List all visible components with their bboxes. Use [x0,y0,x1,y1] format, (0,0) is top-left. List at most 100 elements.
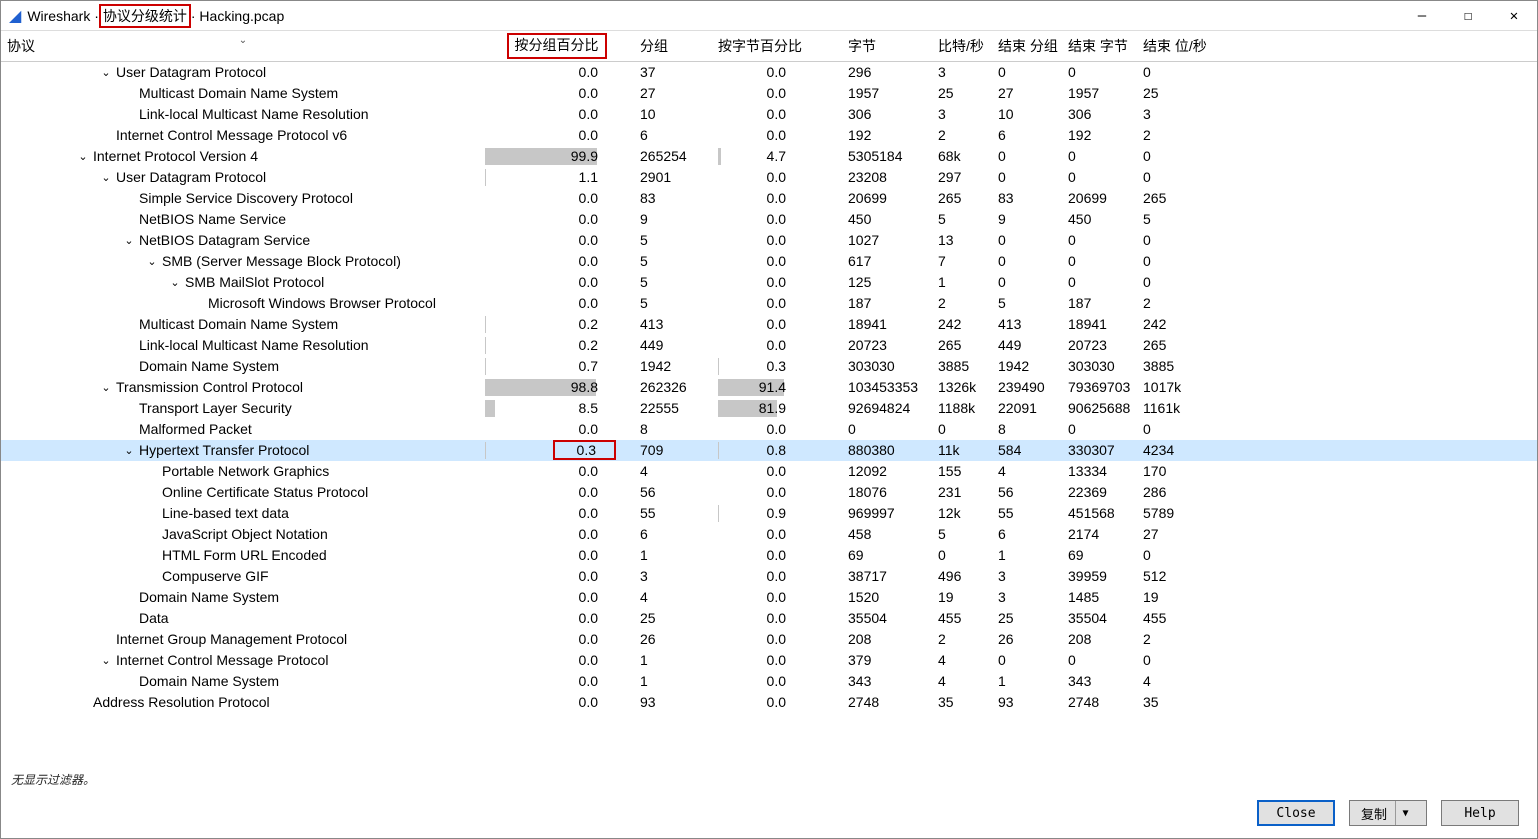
percent-packets-value: 1.1 [485,169,598,185]
table-row[interactable]: Simple Service Discovery Protocol0.0830.… [1,188,1537,209]
table-row[interactable]: ⌄User Datagram Protocol0.0370.02963000 [1,62,1537,83]
end-bits-value: 5 [1137,209,1537,230]
bytes-value: 103453353 [842,377,932,398]
dialog-footer: Close 复制 ▼ Help [1,792,1537,838]
bytes-value: 125 [842,272,932,293]
end-bytes-value: 35504 [1062,608,1137,629]
copy-dropdown-icon[interactable]: ▼ [1395,801,1415,825]
table-row[interactable]: Domain Name System0.719420.3303030388519… [1,356,1537,377]
percent-bytes-value: 0.0 [718,421,786,437]
end-bits-value: 5789 [1137,503,1537,524]
table-row[interactable]: Multicast Domain Name System0.24130.0189… [1,314,1537,335]
table-row[interactable]: ⌄NetBIOS Datagram Service0.050.010271300… [1,230,1537,251]
expander-icon[interactable]: ⌄ [123,234,135,247]
col-packets[interactable]: 分组 [634,31,712,62]
end-bits-value: 455 [1137,608,1537,629]
bits-per-sec-value: 1188k [932,398,992,419]
table-scroll[interactable]: 协议 ⌄ 按分组百分比 分组 按字节百分比 字节 比特/秒 结束 分组 结束 字… [1,31,1537,767]
col-percent-bytes[interactable]: 按字节百分比 [712,31,842,62]
table-row[interactable]: HTML Form URL Encoded0.010.06901690 [1,545,1537,566]
maximize-button[interactable]: ☐ [1445,1,1491,31]
percent-packets-value: 0.0 [485,421,598,437]
table-row[interactable]: JavaScript Object Notation0.060.04585621… [1,524,1537,545]
table-row[interactable]: ⌄Transmission Control Protocol98.8262326… [1,377,1537,398]
table-row[interactable]: Internet Group Management Protocol0.0260… [1,629,1537,650]
bits-per-sec-value: 496 [932,566,992,587]
table-row[interactable]: ⌄User Datagram Protocol1.129010.02320829… [1,167,1537,188]
expander-icon[interactable]: ⌄ [100,171,112,184]
percent-packets-value: 0.0 [485,190,598,206]
expander-icon[interactable]: ⌄ [100,381,112,394]
copy-button[interactable]: 复制 ▼ [1349,800,1427,826]
table-row[interactable]: Compuserve GIF0.030.038717496339959512 [1,566,1537,587]
table-row[interactable]: ⌄Internet Protocol Version 499.92652544.… [1,146,1537,167]
col-end-packets[interactable]: 结束 分组 [992,31,1062,62]
table-row[interactable]: Link-local Multicast Name Resolution0.24… [1,335,1537,356]
end-bytes-value: 1957 [1062,83,1137,104]
protocol-name: Multicast Domain Name System [139,85,338,101]
table-row[interactable]: ⌄Hypertext Transfer Protocol0.37090.8880… [1,440,1537,461]
table-row[interactable]: Domain Name System0.010.0343413434 [1,671,1537,692]
end-packets-value: 9 [992,209,1062,230]
titlebar[interactable]: ◢ Wireshark · 协议分级统计 · Hacking.pcap — ☐ … [1,1,1537,31]
packets-value: 265254 [634,146,712,167]
packets-value: 83 [634,188,712,209]
end-packets-value: 25 [992,608,1062,629]
col-percent-packets[interactable]: 按分组百分比 [479,31,634,62]
table-row[interactable]: Microsoft Windows Browser Protocol0.050.… [1,293,1537,314]
percent-bytes-value: 4.7 [718,148,786,164]
end-packets-value: 0 [992,272,1062,293]
table-row[interactable]: Data0.0250.0355044552535504455 [1,608,1537,629]
protocol-name: Link-local Multicast Name Resolution [139,337,369,353]
minimize-button[interactable]: — [1399,1,1445,31]
table-row[interactable]: ⌄SMB (Server Message Block Protocol)0.05… [1,251,1537,272]
expander-icon[interactable]: ⌄ [123,444,135,457]
table-row[interactable]: Line-based text data0.0550.996999712k554… [1,503,1537,524]
table-row[interactable]: Domain Name System0.040.01520193148519 [1,587,1537,608]
packets-value: 1 [634,671,712,692]
end-bytes-value: 18941 [1062,314,1137,335]
protocol-name: SMB (Server Message Block Protocol) [162,253,401,269]
col-protocol[interactable]: 协议 ⌄ [1,31,479,62]
bytes-value: 18076 [842,482,932,503]
table-row[interactable]: ⌄Internet Control Message Protocol0.010.… [1,650,1537,671]
end-bits-value: 27 [1137,524,1537,545]
percent-bytes-value: 0.0 [718,190,786,206]
table-row[interactable]: NetBIOS Name Service0.090.0450594505 [1,209,1537,230]
table-row[interactable]: Multicast Domain Name System0.0270.01957… [1,83,1537,104]
bits-per-sec-value: 3 [932,62,992,83]
percent-packets-value: 0.0 [485,463,598,479]
percent-packets-value: 0.0 [485,85,598,101]
col-end-bits[interactable]: 结束 位/秒 [1137,31,1537,62]
expander-icon[interactable]: ⌄ [100,654,112,667]
col-bits-per-sec[interactable]: 比特/秒 [932,31,992,62]
protocol-name: Link-local Multicast Name Resolution [139,106,369,122]
percent-packets-value: 0.0 [485,652,598,668]
protocol-name: Line-based text data [162,505,289,521]
table-row[interactable]: Online Certificate Status Protocol0.0560… [1,482,1537,503]
end-packets-value: 449 [992,335,1062,356]
end-bytes-value: 0 [1062,251,1137,272]
col-bytes[interactable]: 字节 [842,31,932,62]
protocol-name: Domain Name System [139,358,279,374]
table-row[interactable]: ⌄SMB MailSlot Protocol0.050.01251000 [1,272,1537,293]
close-button[interactable]: Close [1257,800,1335,826]
bits-per-sec-value: 13 [932,230,992,251]
expander-icon[interactable]: ⌄ [100,66,112,79]
expander-icon[interactable]: ⌄ [146,255,158,268]
packets-value: 262326 [634,377,712,398]
percent-bytes-value: 0.0 [718,274,786,290]
bits-per-sec-value: 7 [932,251,992,272]
table-row[interactable]: Address Resolution Protocol0.0930.027483… [1,692,1537,713]
help-button[interactable]: Help [1441,800,1519,826]
table-row[interactable]: Link-local Multicast Name Resolution0.01… [1,104,1537,125]
table-row[interactable]: Portable Network Graphics0.040.012092155… [1,461,1537,482]
table-row[interactable]: Malformed Packet0.080.000800 [1,419,1537,440]
table-row[interactable]: Internet Control Message Protocol v60.06… [1,125,1537,146]
expander-icon[interactable]: ⌄ [77,150,89,163]
col-end-bytes[interactable]: 结束 字节 [1062,31,1137,62]
expander-icon[interactable]: ⌄ [169,276,181,289]
table-row[interactable]: Transport Layer Security8.52255581.99269… [1,398,1537,419]
close-window-button[interactable]: ✕ [1491,1,1537,31]
sort-indicator-icon[interactable]: ⌄ [237,35,249,46]
